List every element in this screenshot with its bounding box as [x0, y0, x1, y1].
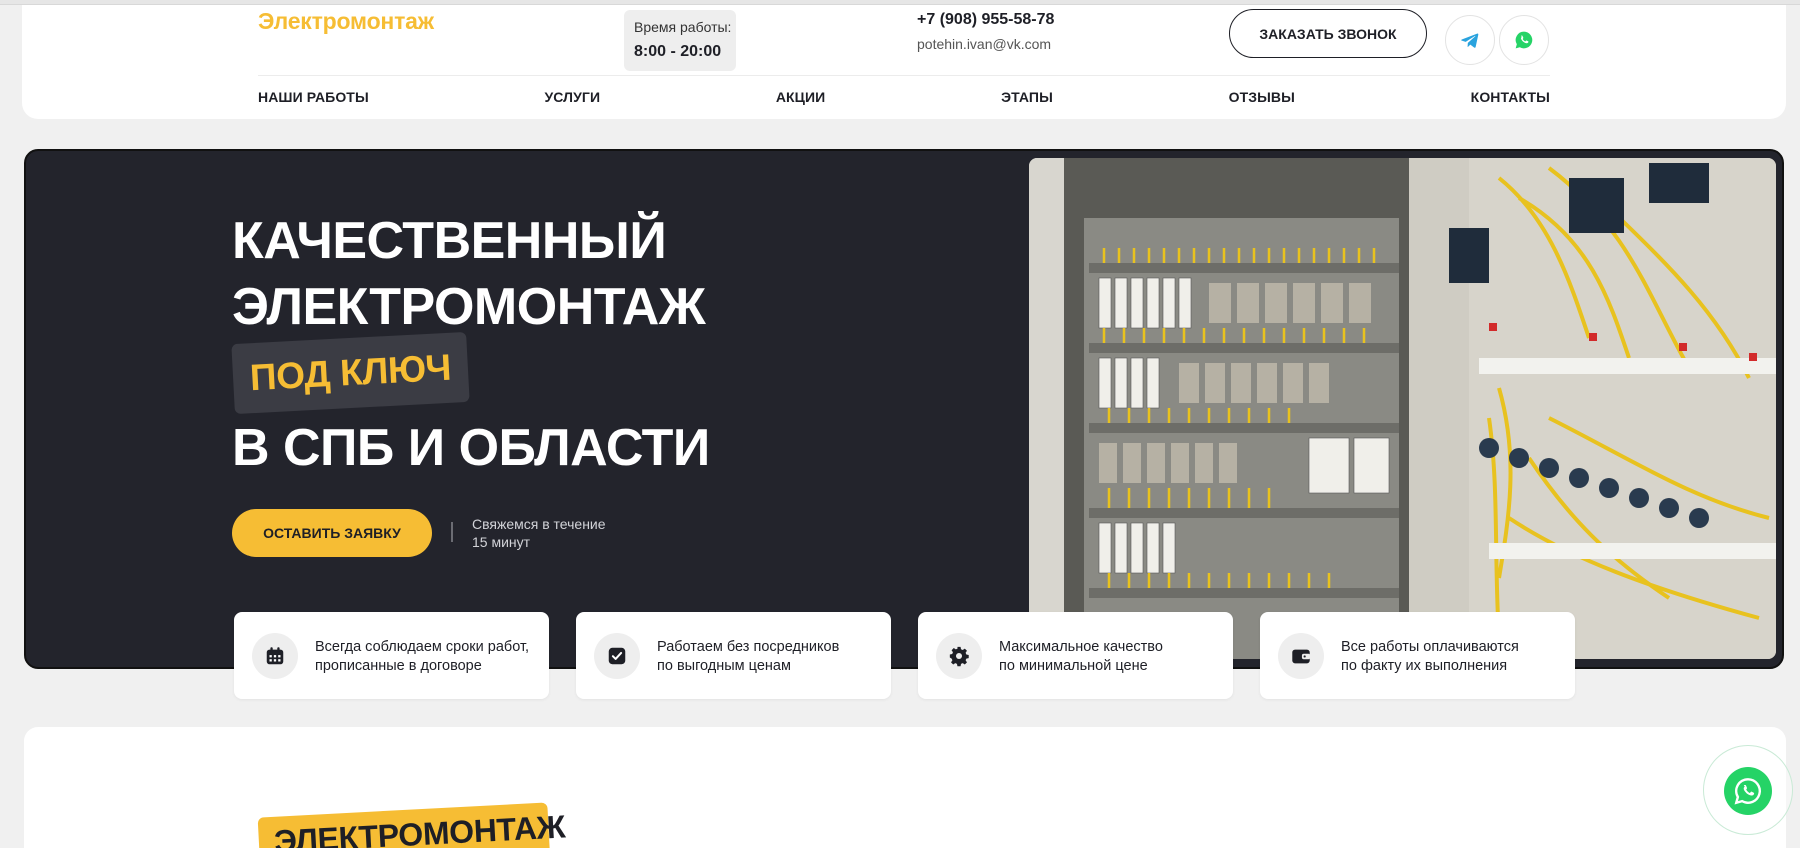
email-link[interactable]: potehin.ivan@vk.com — [917, 36, 1051, 52]
feature-card-quality: Максимальное качество по минимальной цен… — [918, 612, 1233, 699]
feature-text: Всегда соблюдаем сроки работ, прописанны… — [315, 638, 540, 676]
feature-card-no-intermediaries: Работаем без посредников по выгодным цен… — [576, 612, 891, 699]
calendar-icon — [266, 647, 284, 665]
nav-item-reviews[interactable]: ОТЗЫВЫ — [1229, 89, 1295, 105]
telegram-button[interactable] — [1445, 15, 1495, 65]
whatsapp-float-button[interactable] — [1724, 767, 1772, 815]
whatsapp-icon — [1515, 31, 1533, 49]
hero-title-line-1: КАЧЕСТВЕННЫЙ — [232, 212, 667, 270]
electrical-panel-illustration — [1029, 158, 1776, 659]
turnkey-tag: ПОД КЛЮЧ — [231, 331, 470, 415]
phone-link[interactable]: +7 (908) 955-58-78 — [917, 11, 1054, 29]
feature-text-line-1: Максимальное качество — [999, 639, 1163, 655]
hero-title-line-2: ЭЛЕКТРОМОНТАЖ — [232, 278, 706, 336]
header-divider — [258, 75, 1550, 76]
hero-note-separator — [451, 522, 453, 542]
whatsapp-icon — [1734, 778, 1761, 805]
whatsapp-button[interactable] — [1499, 15, 1549, 65]
hero-callback-note: Свяжемся в течение 15 минут — [472, 515, 632, 551]
feature-text-line-2: по минимальной цене — [999, 658, 1148, 674]
nav-item-contacts[interactable]: КОНТАКТЫ — [1471, 89, 1550, 105]
feature-text: Максимальное качество по минимальной цен… — [999, 638, 1224, 676]
site-header: Электромонтаж Время работы: 8:00 - 20:00… — [22, 5, 1786, 119]
feature-text-line-1: Все работы оплачиваются — [1341, 639, 1519, 655]
feature-text: Все работы оплачиваются по факту их выпо… — [1341, 638, 1566, 676]
leave-request-button[interactable]: ОСТАВИТЬ ЗАЯВКУ — [232, 509, 432, 557]
hero-note-line-1: Свяжемся в течение — [472, 516, 606, 532]
feature-text-line-1: Работаем без посредников — [657, 639, 840, 655]
nav-item-works[interactable]: НАШИ РАБОТЫ — [258, 89, 369, 105]
nav-item-promotions[interactable]: АКЦИИ — [776, 89, 826, 105]
wallet-icon — [1292, 649, 1311, 664]
order-call-button[interactable]: ЗАКАЗАТЬ ЗВОНОК — [1229, 9, 1427, 58]
feature-icon-circle — [1278, 633, 1324, 679]
feature-icon-circle — [936, 633, 982, 679]
telegram-icon — [1461, 33, 1479, 48]
nav-item-services[interactable]: УСЛУГИ — [545, 89, 601, 105]
feature-text-line-2: по выгодным ценам — [657, 658, 791, 674]
hero-note-line-2: 15 минут — [472, 534, 531, 550]
check-square-icon — [608, 647, 626, 665]
hero-electrical-panel-photo — [1029, 158, 1776, 659]
main-nav: НАШИ РАБОТЫ УСЛУГИ АКЦИИ ЭТАПЫ ОТЗЫВЫ КО… — [258, 89, 1550, 105]
feature-text-line-2: по факту их выполнения — [1341, 658, 1508, 674]
feature-text-line-2: прописанные в договоре — [315, 658, 482, 674]
hero-title-line-4: В СПБ И ОБЛАСТИ — [232, 419, 710, 477]
nav-item-stages[interactable]: ЭТАПЫ — [1001, 89, 1053, 105]
feature-text-line-1: Всегда соблюдаем сроки работ, — [315, 639, 530, 655]
feature-text: Работаем без посредников по выгодным цен… — [657, 638, 882, 676]
gear-icon — [949, 646, 969, 667]
working-hours-label: Время работы: — [634, 19, 732, 35]
feature-card-payment: Все работы оплачиваются по факту их выпо… — [1260, 612, 1575, 699]
working-hours-box: Время работы: 8:00 - 20:00 — [624, 10, 736, 71]
logo[interactable]: Электромонтаж — [258, 8, 434, 35]
feature-card-deadlines: Всегда соблюдаем сроки работ, прописанны… — [234, 612, 549, 699]
working-hours-value: 8:00 - 20:00 — [634, 43, 722, 60]
feature-icon-circle — [252, 633, 298, 679]
turnkey-tag-text: ПОД КЛЮЧ — [248, 346, 453, 399]
feature-icon-circle — [594, 633, 640, 679]
